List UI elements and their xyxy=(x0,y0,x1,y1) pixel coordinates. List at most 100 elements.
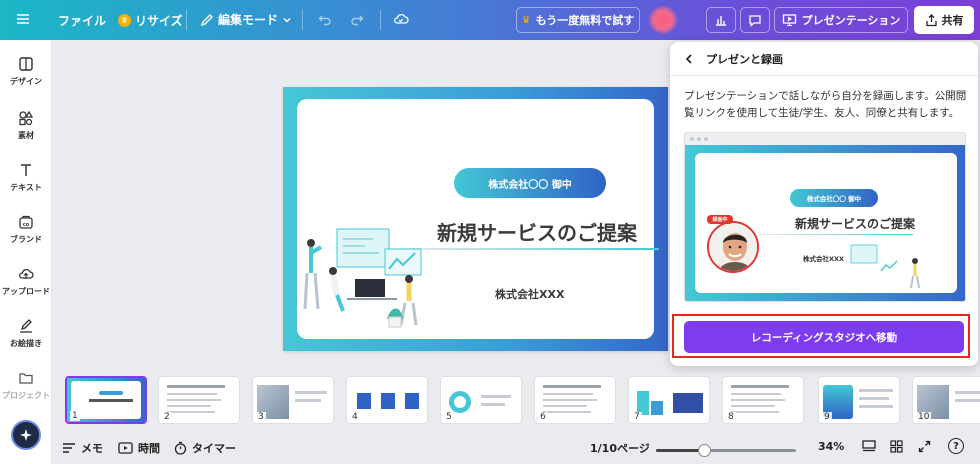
page-thumbnail[interactable]: 4 xyxy=(346,376,428,424)
page-thumbnail[interactable]: 8 xyxy=(722,376,804,424)
sidebar-item-draw[interactable]: お絵描き xyxy=(0,318,52,349)
fullscreen-button[interactable] xyxy=(918,440,931,453)
redo-button[interactable] xyxy=(350,12,364,26)
svg-text:co: co xyxy=(23,222,30,228)
thumbnail-number: 3 xyxy=(256,412,266,422)
back-arrow-icon[interactable] xyxy=(684,53,694,65)
page-thumbnail[interactable]: 6 xyxy=(534,376,616,424)
top-toolbar: ファイル ♛ リサイズ 編集モード ♛ もう一度無料で試す プレゼンテーション … xyxy=(0,0,980,40)
crown-icon: ♛ xyxy=(118,14,131,27)
page-thumbnail[interactable]: 10 xyxy=(912,376,980,424)
sidebar-item-label: お絵描き xyxy=(10,339,42,348)
file-menu-label: ファイル xyxy=(58,14,107,28)
slide-client-pill[interactable]: 株式会社〇〇 御中 xyxy=(454,168,606,198)
folder-icon xyxy=(19,373,33,384)
window-dot-icon xyxy=(690,137,694,141)
comments-button[interactable] xyxy=(740,7,770,33)
thumbnail-number: 9 xyxy=(822,412,832,422)
help-icon: ? xyxy=(948,438,964,454)
recording-badge: 録画中 xyxy=(707,215,733,224)
stopwatch-icon xyxy=(174,441,187,455)
chevron-down-icon xyxy=(283,17,291,22)
highlight-outline xyxy=(672,314,970,358)
sidebar-item-label: ブランド xyxy=(10,235,42,244)
present-button[interactable]: プレゼンテーション xyxy=(774,7,908,33)
sidebar-item-uploads[interactable]: アップロード xyxy=(0,266,52,297)
try-free-button[interactable]: ♛ もう一度無料で試す xyxy=(516,7,640,33)
preview-window-bar xyxy=(685,133,965,145)
duration-label: 時間 xyxy=(138,442,160,455)
sidebar-item-projects[interactable]: プロジェクト xyxy=(0,370,52,401)
insights-button[interactable] xyxy=(706,7,736,33)
sidebar-item-label: デザイン xyxy=(10,77,42,86)
redo-icon xyxy=(351,15,364,26)
grid-icon xyxy=(890,440,903,453)
undo-button[interactable] xyxy=(318,12,332,26)
business-people-illustration[interactable] xyxy=(297,219,437,339)
thumbnail-number: 1 xyxy=(70,411,80,421)
slide-background: 株式会社〇〇 御中 新規サービスのご提案 株式会社XXX xyxy=(283,87,668,351)
slide-title[interactable]: 新規サービスのご提案 xyxy=(397,217,677,246)
share-button[interactable]: 共有 xyxy=(914,6,974,34)
timer-button[interactable]: タイマー xyxy=(174,440,236,456)
grid-view-button[interactable] xyxy=(890,440,903,453)
zoom-value: 34% xyxy=(818,440,845,453)
sidebar-item-brand[interactable]: co ブランド xyxy=(0,214,52,245)
edit-mode-dropdown[interactable]: 編集モード xyxy=(200,11,292,28)
toolbar-divider xyxy=(380,10,381,30)
timer-label: タイマー xyxy=(192,442,236,455)
notes-button[interactable]: メモ xyxy=(62,440,103,456)
page-thumbnail[interactable]: 7 xyxy=(628,376,710,424)
bottom-toolbar: メモ 時間 タイマー 1/10ページ 34% ? xyxy=(52,432,980,464)
page-view-button[interactable] xyxy=(862,440,876,452)
thumbnail-number: 10 xyxy=(916,412,932,422)
slide-company-name[interactable]: 株式会社XXX xyxy=(495,286,564,302)
page-thumbnail[interactable]: 5 xyxy=(440,376,522,424)
resize-button[interactable]: ♛ リサイズ xyxy=(118,12,183,29)
sidebar-item-elements[interactable]: 素材 xyxy=(0,110,52,141)
page-indicator-label: 1/10ページ xyxy=(590,442,650,455)
help-button[interactable]: ? xyxy=(948,438,964,454)
user-avatar[interactable] xyxy=(648,6,678,34)
thumb-preview xyxy=(357,393,371,409)
toolbar-divider xyxy=(186,10,187,30)
sidebar-item-label: アップロード xyxy=(2,287,50,296)
page-thumbnail[interactable]: 2 xyxy=(158,376,240,424)
zoom-slider[interactable] xyxy=(656,444,796,457)
play-box-icon xyxy=(118,442,133,454)
sidebar-item-design[interactable]: デザイン xyxy=(0,56,52,87)
thumb-preview xyxy=(731,385,789,388)
toolbar-divider xyxy=(302,10,303,30)
brand-icon: co xyxy=(19,215,33,229)
preview-company: 株式会社XXX xyxy=(803,255,845,263)
window-dot-icon xyxy=(704,137,708,141)
thumbnail-number: 8 xyxy=(726,412,736,422)
zoom-percentage[interactable]: 34% xyxy=(818,440,844,453)
file-menu-button[interactable]: ファイル xyxy=(58,12,106,29)
bar-chart-icon xyxy=(716,16,726,26)
page-thumbnail[interactable]: 9 xyxy=(818,376,900,424)
expand-icon xyxy=(918,440,931,453)
page-thumbnail[interactable]: 1 xyxy=(65,376,147,424)
thumbnail-number: 6 xyxy=(538,412,548,422)
crown-icon: ♛ xyxy=(521,14,531,26)
slide-canvas[interactable]: 株式会社〇〇 御中 新規サービスのご提案 株式会社XXX xyxy=(283,87,668,351)
edit-mode-label: 編集モード xyxy=(218,13,279,27)
sidebar-item-text[interactable]: テキスト xyxy=(0,162,52,193)
zoom-slider-handle[interactable] xyxy=(697,444,711,457)
sparkle-icon xyxy=(20,429,32,441)
resize-label: リサイズ xyxy=(135,14,183,28)
menu-button[interactable] xyxy=(16,12,30,26)
page-thumbnail[interactable]: 3 xyxy=(252,376,334,424)
left-sidebar: デザイン 素材 テキスト co ブランド アップロード お絵描き プロジェクト xyxy=(0,40,52,464)
thumbnail-number: 2 xyxy=(162,412,172,422)
page-indicator[interactable]: 1/10ページ xyxy=(590,440,650,456)
present-label: プレゼンテーション xyxy=(801,14,901,27)
cloud-check-icon xyxy=(394,13,409,24)
sidebar-item-label: テキスト xyxy=(10,183,42,192)
duration-button[interactable]: 時間 xyxy=(118,440,160,456)
magic-assistant-button[interactable] xyxy=(11,420,41,450)
save-status-button[interactable] xyxy=(393,12,409,26)
sidebar-item-label: プロジェクト xyxy=(2,391,50,400)
undo-icon xyxy=(318,15,331,26)
